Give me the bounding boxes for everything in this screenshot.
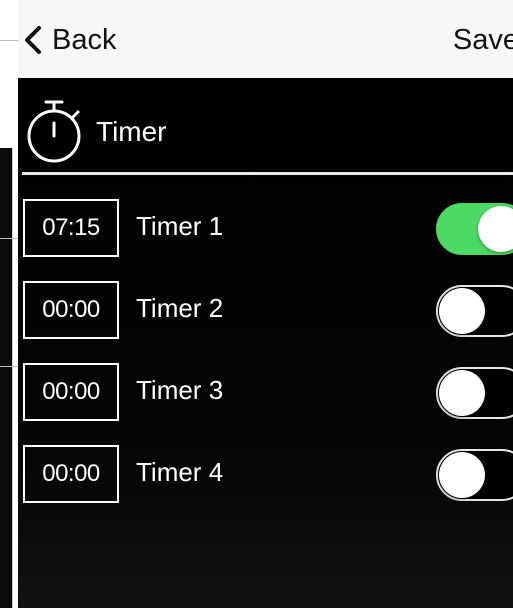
timer-row: 00:00 Timer 4 — [18, 445, 513, 507]
background-screen — [0, 0, 18, 608]
timer-label: Timer 1 — [136, 211, 224, 241]
timer-label: Timer 2 — [136, 293, 224, 323]
timer-row: 07:15 Timer 1 — [18, 199, 513, 261]
divider — [0, 40, 18, 41]
timer-content: Timer 07:15 Timer 1 00:00 Timer 2 00:00 … — [18, 78, 513, 608]
timer-label: Timer 4 — [136, 457, 224, 487]
divider — [0, 238, 18, 239]
toggle-knob — [439, 370, 485, 416]
timer-row: 00:00 Timer 2 — [18, 281, 513, 343]
timer-time-field[interactable]: 00:00 — [23, 363, 119, 421]
timer-header: Timer — [18, 78, 513, 175]
timer-label: Timer 3 — [136, 375, 224, 405]
timer-time-field[interactable]: 00:00 — [23, 281, 119, 339]
toggle-knob — [439, 452, 485, 498]
back-label: Back — [52, 23, 117, 56]
stopwatch-icon — [27, 100, 81, 163]
divider — [0, 366, 18, 367]
timer-screen: Back Save Timer 07:15 Timer 1 00:00 Time… — [18, 0, 513, 608]
header-divider — [22, 172, 513, 175]
timer-row: 00:00 Timer 3 — [18, 363, 513, 425]
toggle-knob — [439, 288, 485, 334]
save-button[interactable]: Save — [453, 22, 513, 58]
toggle-knob — [478, 206, 513, 252]
background-dark-panel — [0, 148, 13, 608]
timer-time-field[interactable]: 00:00 — [23, 445, 119, 503]
back-button[interactable]: Back — [22, 22, 116, 58]
navigation-bar: Back Save — [18, 0, 513, 78]
page-title: Timer — [96, 116, 167, 147]
timer-toggle[interactable] — [436, 203, 513, 255]
timer-time-field[interactable]: 07:15 — [23, 199, 119, 257]
timer-toggle[interactable] — [436, 285, 513, 337]
chevron-left-icon — [25, 26, 41, 54]
timer-toggle[interactable] — [436, 367, 513, 419]
timer-toggle[interactable] — [436, 449, 513, 501]
